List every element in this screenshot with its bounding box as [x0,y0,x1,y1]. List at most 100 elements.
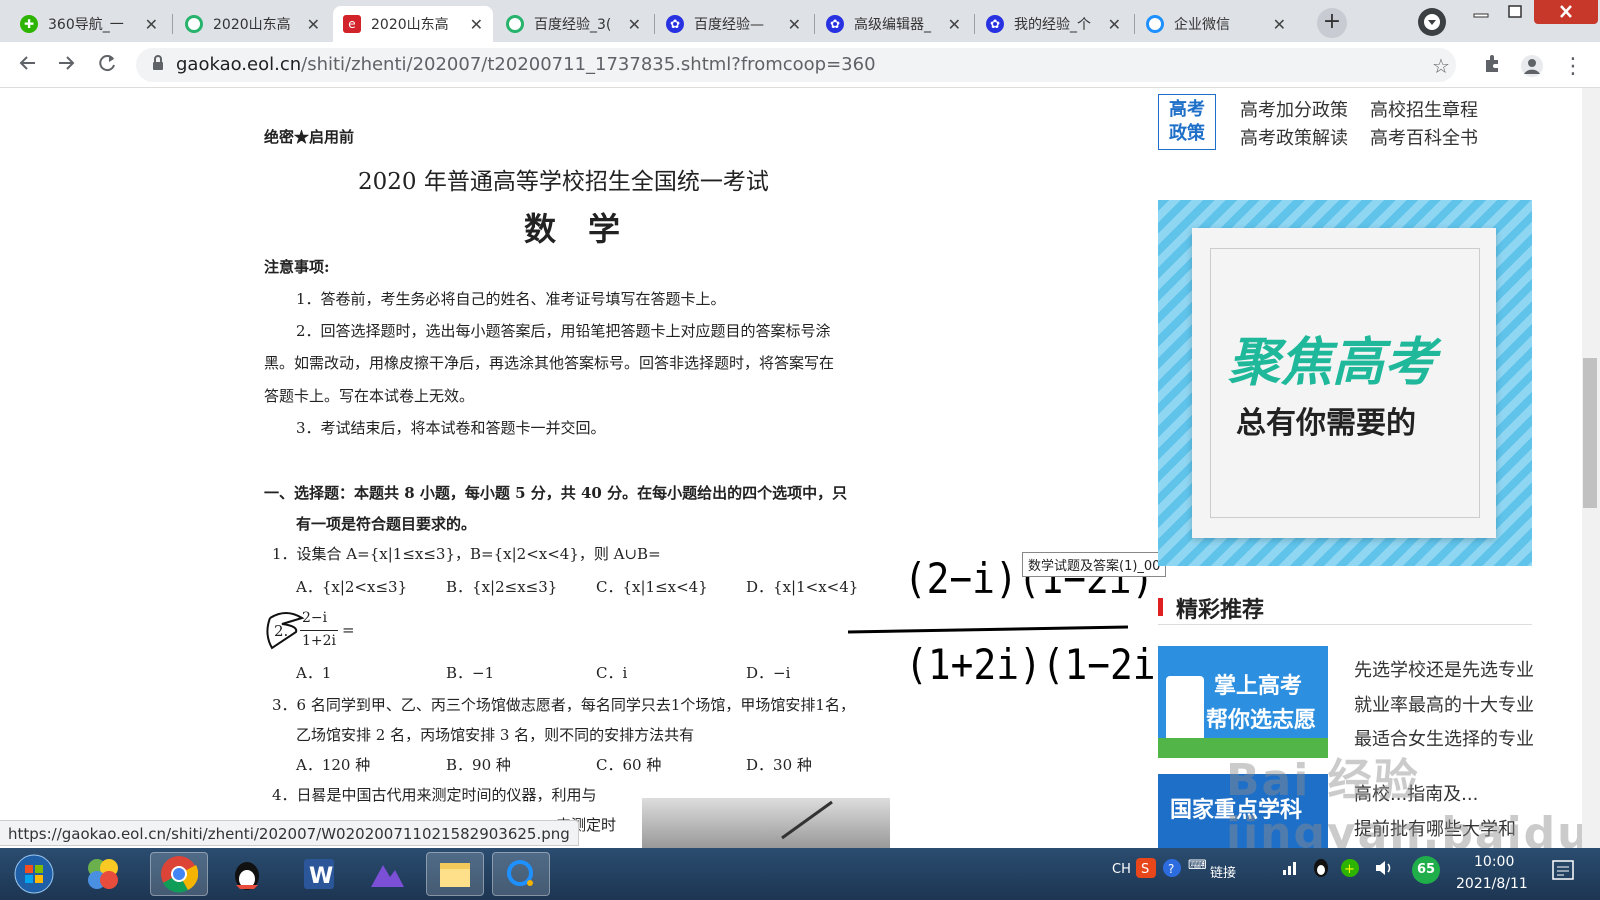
clock-date[interactable]: 2021/8/11 [1456,876,1528,892]
help-icon[interactable]: ? [1162,858,1182,882]
ime-indicator[interactable]: CH [1112,862,1131,877]
notice-item: 答题卡上。写在本试卷上无效。 [264,387,475,405]
reload-button[interactable] [96,52,118,80]
scrollbar-thumb[interactable] [1583,358,1597,508]
profile-avatar[interactable] [1520,54,1544,83]
account-icon [1521,55,1543,77]
chrome-icon [161,856,198,893]
banner-title: 聚焦高考 [1228,333,1437,393]
close-icon[interactable]: ✕ [307,15,320,34]
tab-advanced-editor[interactable]: ✿ 高级编辑器_ ✕ [816,6,971,42]
tab-label: 企业微信 [1174,17,1230,33]
policy-badge: 高考 政策 [1158,94,1216,150]
notice-item: 2．回答选择题时，选出每小题答案后，用铅笔把答题卡上对应题目的答案标号涂 [296,322,831,340]
option-d: D．−i [746,664,791,682]
url-text[interactable]: gaokao.eol.cn/shiti/zhenti/202007/t20200… [176,54,876,75]
baidu-paw-icon: ✿ [666,15,684,33]
promo-banner[interactable]: 聚焦高考 总有你需要的 [1158,200,1532,566]
qq-tray-icon[interactable] [1312,858,1330,882]
link-toolbar[interactable]: 链接 [1210,862,1236,881]
action-center-icon[interactable] [1552,860,1574,884]
status-url-bar: https://gaokao.eol.cn/shiti/zhenti/20200… [0,820,579,846]
tab-360-nav[interactable]: ✚ 360导航_一 ✕ [10,6,168,42]
question-3-cont: 乙场馆安排 2 名，丙场馆安排 3 名，则不同的安排方法共有 [296,726,695,744]
extensions-icon[interactable] [1482,54,1502,79]
taskbar-app-word[interactable]: W [290,852,348,896]
section-heading: 一、选择题：本题共 8 小题，每小题 5 分，共 40 分。在每小题给出的四个选… [264,484,848,502]
svg-text:W: W [309,864,333,889]
page-viewport: 绝密★启用前 2020 年普通高等学校招生全国统一考试 数 学 注意事项: 1．… [0,88,1582,848]
sundial-image [642,798,890,848]
status-badge[interactable]: 65 [1412,856,1440,884]
tab-shandong-active[interactable]: e 2020山东高 ✕ [333,6,493,42]
close-icon[interactable]: ✕ [1273,15,1286,34]
taskbar-app-360[interactable] [74,852,132,896]
link-admission-rules[interactable]: 高校招生章程 [1370,96,1478,122]
taskbar-app-chrome[interactable] [150,852,208,896]
start-button[interactable] [8,852,60,896]
notice-item: 黑。如需改动，用橡皮擦干净后，再选涂其他答案标号。回答非选择题时，将答案写在 [264,354,835,372]
clock-time[interactable]: 10:00 [1474,854,1514,870]
tab-divider [814,14,815,34]
tab-divider [172,14,173,34]
hand-drawn-circle [266,612,305,650]
link-policy-analysis[interactable]: 高考政策解读 [1240,124,1348,150]
360-safe-icon [88,859,118,889]
baidu-watermark: Bai 经验 jingyan.baidu.com [1226,755,1582,848]
tab-label: 百度经验— [694,17,764,33]
close-icon[interactable]: ✕ [628,15,641,34]
signal-icon[interactable] [1282,858,1300,880]
search-360-icon [185,15,203,33]
eol-icon: e [343,15,361,33]
back-button[interactable] [16,52,38,80]
secret-label: 绝密★启用前 [264,128,355,146]
tab-label: 360导航_一 [48,17,124,33]
menu-kebab-icon[interactable]: ⋮ [1562,54,1584,79]
sogou-icon[interactable]: S [1136,858,1156,882]
close-icon[interactable]: ✕ [1108,15,1121,34]
wework-icon [1146,15,1164,33]
taskbar-app-qq[interactable] [218,852,276,896]
taskbar-app-explorer[interactable] [426,852,484,896]
close-icon[interactable]: ✕ [145,15,158,34]
link-bonus-policy[interactable]: 高考加分政策 [1240,96,1348,122]
tab-label: 我的经验_个 [1014,17,1091,33]
taskbar-app-photos[interactable] [358,852,416,896]
question-4: 4．日晷是中国古代用来测定时间的仪器，利用与 [272,786,597,804]
rec-link[interactable]: 就业率最高的十大专业 [1354,691,1534,717]
close-icon[interactable]: ✕ [470,15,483,34]
divider [1158,624,1532,625]
360-tray-icon[interactable]: + [1340,858,1360,882]
svg-text:+: + [1344,862,1355,877]
question-1: 1．设集合 A={x|1≤x≤3}，B={x|2<x<4}，则 A∪B= [272,545,661,563]
promo-image-app[interactable]: 掌上高考 帮你选志愿 [1158,646,1328,758]
taskbar-app-wework[interactable] [492,852,550,896]
option-b: B．−1 [446,664,495,682]
bookmark-star-icon[interactable]: ☆ [1432,54,1450,78]
promo-text: 掌上高考 [1214,674,1303,699]
volume-icon[interactable] [1374,858,1394,882]
url-path: /shiti/zhenti/202007/t20200711_1737835.s… [301,54,876,75]
tab-search-button[interactable] [1418,8,1446,36]
rec-link[interactable]: 先选学校还是先选专业 [1354,656,1534,682]
notice-item: 3．考试结束后，将本试卷和答题卡一并交回。 [296,419,606,437]
tab-shandong-1[interactable]: 2020山东高 ✕ [175,6,330,42]
svg-text:?: ? [1168,862,1174,876]
forward-button[interactable] [56,52,78,80]
keyboard-icon[interactable]: ⌨ [1188,858,1207,873]
new-tab-button[interactable]: + [1317,8,1347,38]
tab-label: 高级编辑器_ [854,17,931,33]
restore-button[interactable] [1492,0,1538,24]
close-icon[interactable]: ✕ [788,15,801,34]
window-close-button[interactable] [1534,0,1598,24]
close-icon[interactable]: ✕ [948,15,961,34]
option-b: B．90 种 [446,756,511,774]
tab-baidu-jingyan-3[interactable]: 百度经验_3( ✕ [496,6,651,42]
tab-wework[interactable]: 企业微信 ✕ [1136,6,1296,42]
baidu-paw-icon: ✿ [826,15,844,33]
option-d: D．{x|1<x<4} [746,578,859,596]
link-encyclopedia[interactable]: 高考百科全书 [1370,124,1478,150]
tab-my-jingyan[interactable]: ✿ 我的经验_个 ✕ [976,6,1131,42]
tab-baidu-jingyan[interactable]: ✿ 百度经验— ✕ [656,6,811,42]
tab-divider [1134,14,1135,34]
